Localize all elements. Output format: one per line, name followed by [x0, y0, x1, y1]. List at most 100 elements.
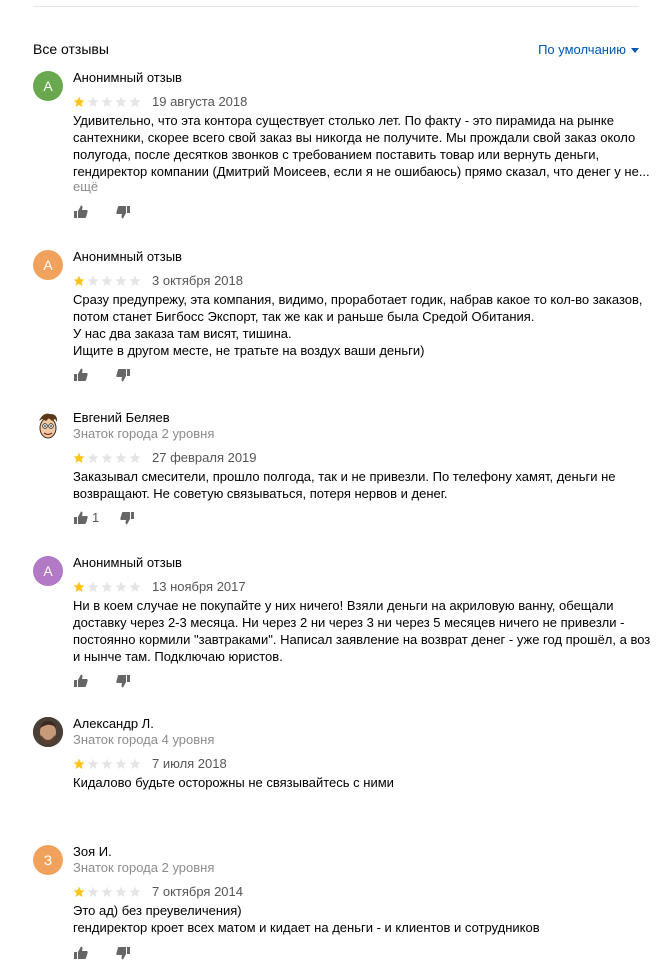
review-item: З Зоя И. Знаток города 2 уровня 7 октябр…: [33, 844, 639, 970]
thumbs-down-icon[interactable]: [115, 945, 131, 961]
avatar[interactable]: [33, 411, 63, 441]
author-name: Евгений Беляев: [73, 410, 170, 425]
rating-stars: [73, 452, 143, 464]
review-text-line: доставку через 2-3 месяца. Ни через 2 ни…: [73, 615, 625, 630]
thumbs-down-icon[interactable]: [115, 673, 131, 689]
review-text-line: возвращают. Не советую связываться, поте…: [73, 486, 448, 501]
review-actions: 1: [73, 510, 173, 526]
star-empty-icon: [115, 758, 127, 769]
star-empty-icon: [101, 886, 113, 897]
star-empty-icon: [129, 581, 141, 592]
thumbs-down-icon[interactable]: [115, 204, 131, 220]
review-text-line: Ищите в другом месте, не тратьте на возд…: [73, 343, 425, 358]
thumbs-up-icon[interactable]: [73, 367, 89, 383]
review-text: Ни в коем случае не покупайте у них ниче…: [73, 597, 651, 665]
author-name: Анонимный отзыв: [73, 70, 182, 85]
sort-dropdown[interactable]: По умолчанию: [538, 42, 639, 57]
cartoon-avatar-icon: [39, 413, 58, 439]
review-date: 7 октября 2014: [152, 884, 243, 899]
review-text: Удивительно, что эта контора существует …: [73, 112, 650, 180]
review-text-line: Сразу предупрежу, эта компания, видимо, …: [73, 292, 643, 307]
star-filled-icon: [73, 96, 85, 107]
star-empty-icon: [101, 758, 113, 769]
thumbs-up-icon[interactable]: [73, 510, 89, 526]
thumbs-up-icon[interactable]: [73, 204, 89, 220]
review-date: 3 октября 2018: [152, 273, 243, 288]
review-text-line: полугода, после десятков звонков с требо…: [73, 147, 600, 162]
review-text-line: и нынче там. Подключаю юристов.: [73, 649, 283, 664]
star-empty-icon: [129, 758, 141, 769]
star-empty-icon: [129, 96, 141, 107]
review-text-line: гендиректор кроет всех матом и кидает на…: [73, 920, 540, 935]
star-empty-icon: [101, 275, 113, 286]
star-empty-icon: [87, 275, 99, 286]
star-filled-icon: [73, 275, 85, 286]
review-item: А Анонимный отзыв 3 октября 2018 Сразу п…: [33, 249, 643, 385]
star-empty-icon: [101, 96, 113, 107]
review-item: А Анонимный отзыв 13 ноября 2017 Ни в ко…: [33, 555, 651, 691]
author-name: Александр Л.: [73, 716, 154, 731]
review-date: 19 августа 2018: [152, 94, 248, 109]
star-empty-icon: [101, 452, 113, 463]
like-count: 1: [92, 510, 100, 525]
review-text-line: сантехники, скорее всего свой заказ вы н…: [73, 130, 636, 145]
review-text-line: Это ад) без преувеличения): [73, 903, 242, 918]
avatar[interactable]: А: [33, 71, 63, 101]
avatar[interactable]: [33, 717, 63, 747]
thumbs-up-icon[interactable]: [73, 673, 89, 689]
review-text-line: гендиректор компании (Дмитрий Моисеев, е…: [73, 164, 650, 179]
review-item: А Анонимный отзыв 19 августа 2018 Удивит…: [33, 70, 650, 221]
sort-label: По умолчанию: [538, 42, 626, 57]
star-empty-icon: [115, 886, 127, 897]
avatar[interactable]: А: [33, 250, 63, 280]
review-text-line: Кидалово будьте осторожны не связывайтес…: [73, 775, 394, 790]
star-empty-icon: [115, 581, 127, 592]
review-text: Сразу предупрежу, эта компания, видимо, …: [73, 291, 643, 359]
reviews-title: Все отзывы: [33, 41, 109, 57]
review-actions: [73, 367, 173, 383]
review-item: Александр Л. Знаток города 4 уровня 7 ию…: [33, 716, 639, 827]
author-name: Анонимный отзыв: [73, 249, 182, 264]
review-text: Заказывал смесители, прошло полгода, так…: [73, 468, 639, 502]
author-name: Зоя И.: [73, 844, 112, 859]
author-level: Знаток города 2 уровня: [73, 860, 215, 875]
review-text-line: постоянно кормили "завтраками". Написал …: [73, 632, 651, 647]
review-text: Это ад) без преувеличения) гендиректор к…: [73, 902, 639, 936]
star-filled-icon: [73, 452, 85, 463]
star-empty-icon: [87, 758, 99, 769]
avatar[interactable]: З: [33, 845, 63, 875]
rating-stars: [73, 96, 143, 108]
read-more-link[interactable]: ещё: [73, 179, 98, 194]
user-photo-icon: [33, 717, 63, 747]
review-date: 27 февраля 2019: [152, 450, 257, 465]
star-filled-icon: [73, 758, 85, 769]
star-empty-icon: [129, 886, 141, 897]
author-level: Знаток города 4 уровня: [73, 732, 215, 747]
review-text-line: Удивительно, что эта контора существует …: [73, 113, 614, 128]
thumbs-down-icon[interactable]: [115, 367, 131, 383]
review-actions: [73, 945, 173, 961]
thumbs-up-icon[interactable]: [73, 945, 89, 961]
star-filled-icon: [73, 886, 85, 897]
avatar[interactable]: А: [33, 556, 63, 586]
top-divider: [33, 6, 639, 7]
star-empty-icon: [87, 96, 99, 107]
star-empty-icon: [129, 452, 141, 463]
thumbs-down-icon[interactable]: [119, 510, 135, 526]
star-empty-icon: [87, 452, 99, 463]
review-date: 7 июля 2018: [152, 756, 227, 771]
review-text-line: Ни в коем случае не покупайте у них ниче…: [73, 598, 614, 613]
star-empty-icon: [101, 581, 113, 592]
rating-stars: [73, 581, 143, 593]
star-empty-icon: [115, 275, 127, 286]
review-text-line: У нас два заказа там висят, тишина.: [73, 326, 292, 341]
rating-stars: [73, 275, 143, 287]
reviews-header: Все отзывы По умолчанию: [33, 41, 639, 61]
star-filled-icon: [73, 581, 85, 592]
star-empty-icon: [115, 96, 127, 107]
rating-stars: [73, 758, 143, 770]
author-name: Анонимный отзыв: [73, 555, 182, 570]
review-text-line: потом станет Бигбосс Экспорт, так же как…: [73, 309, 535, 324]
review-actions: [73, 204, 173, 220]
star-empty-icon: [87, 581, 99, 592]
